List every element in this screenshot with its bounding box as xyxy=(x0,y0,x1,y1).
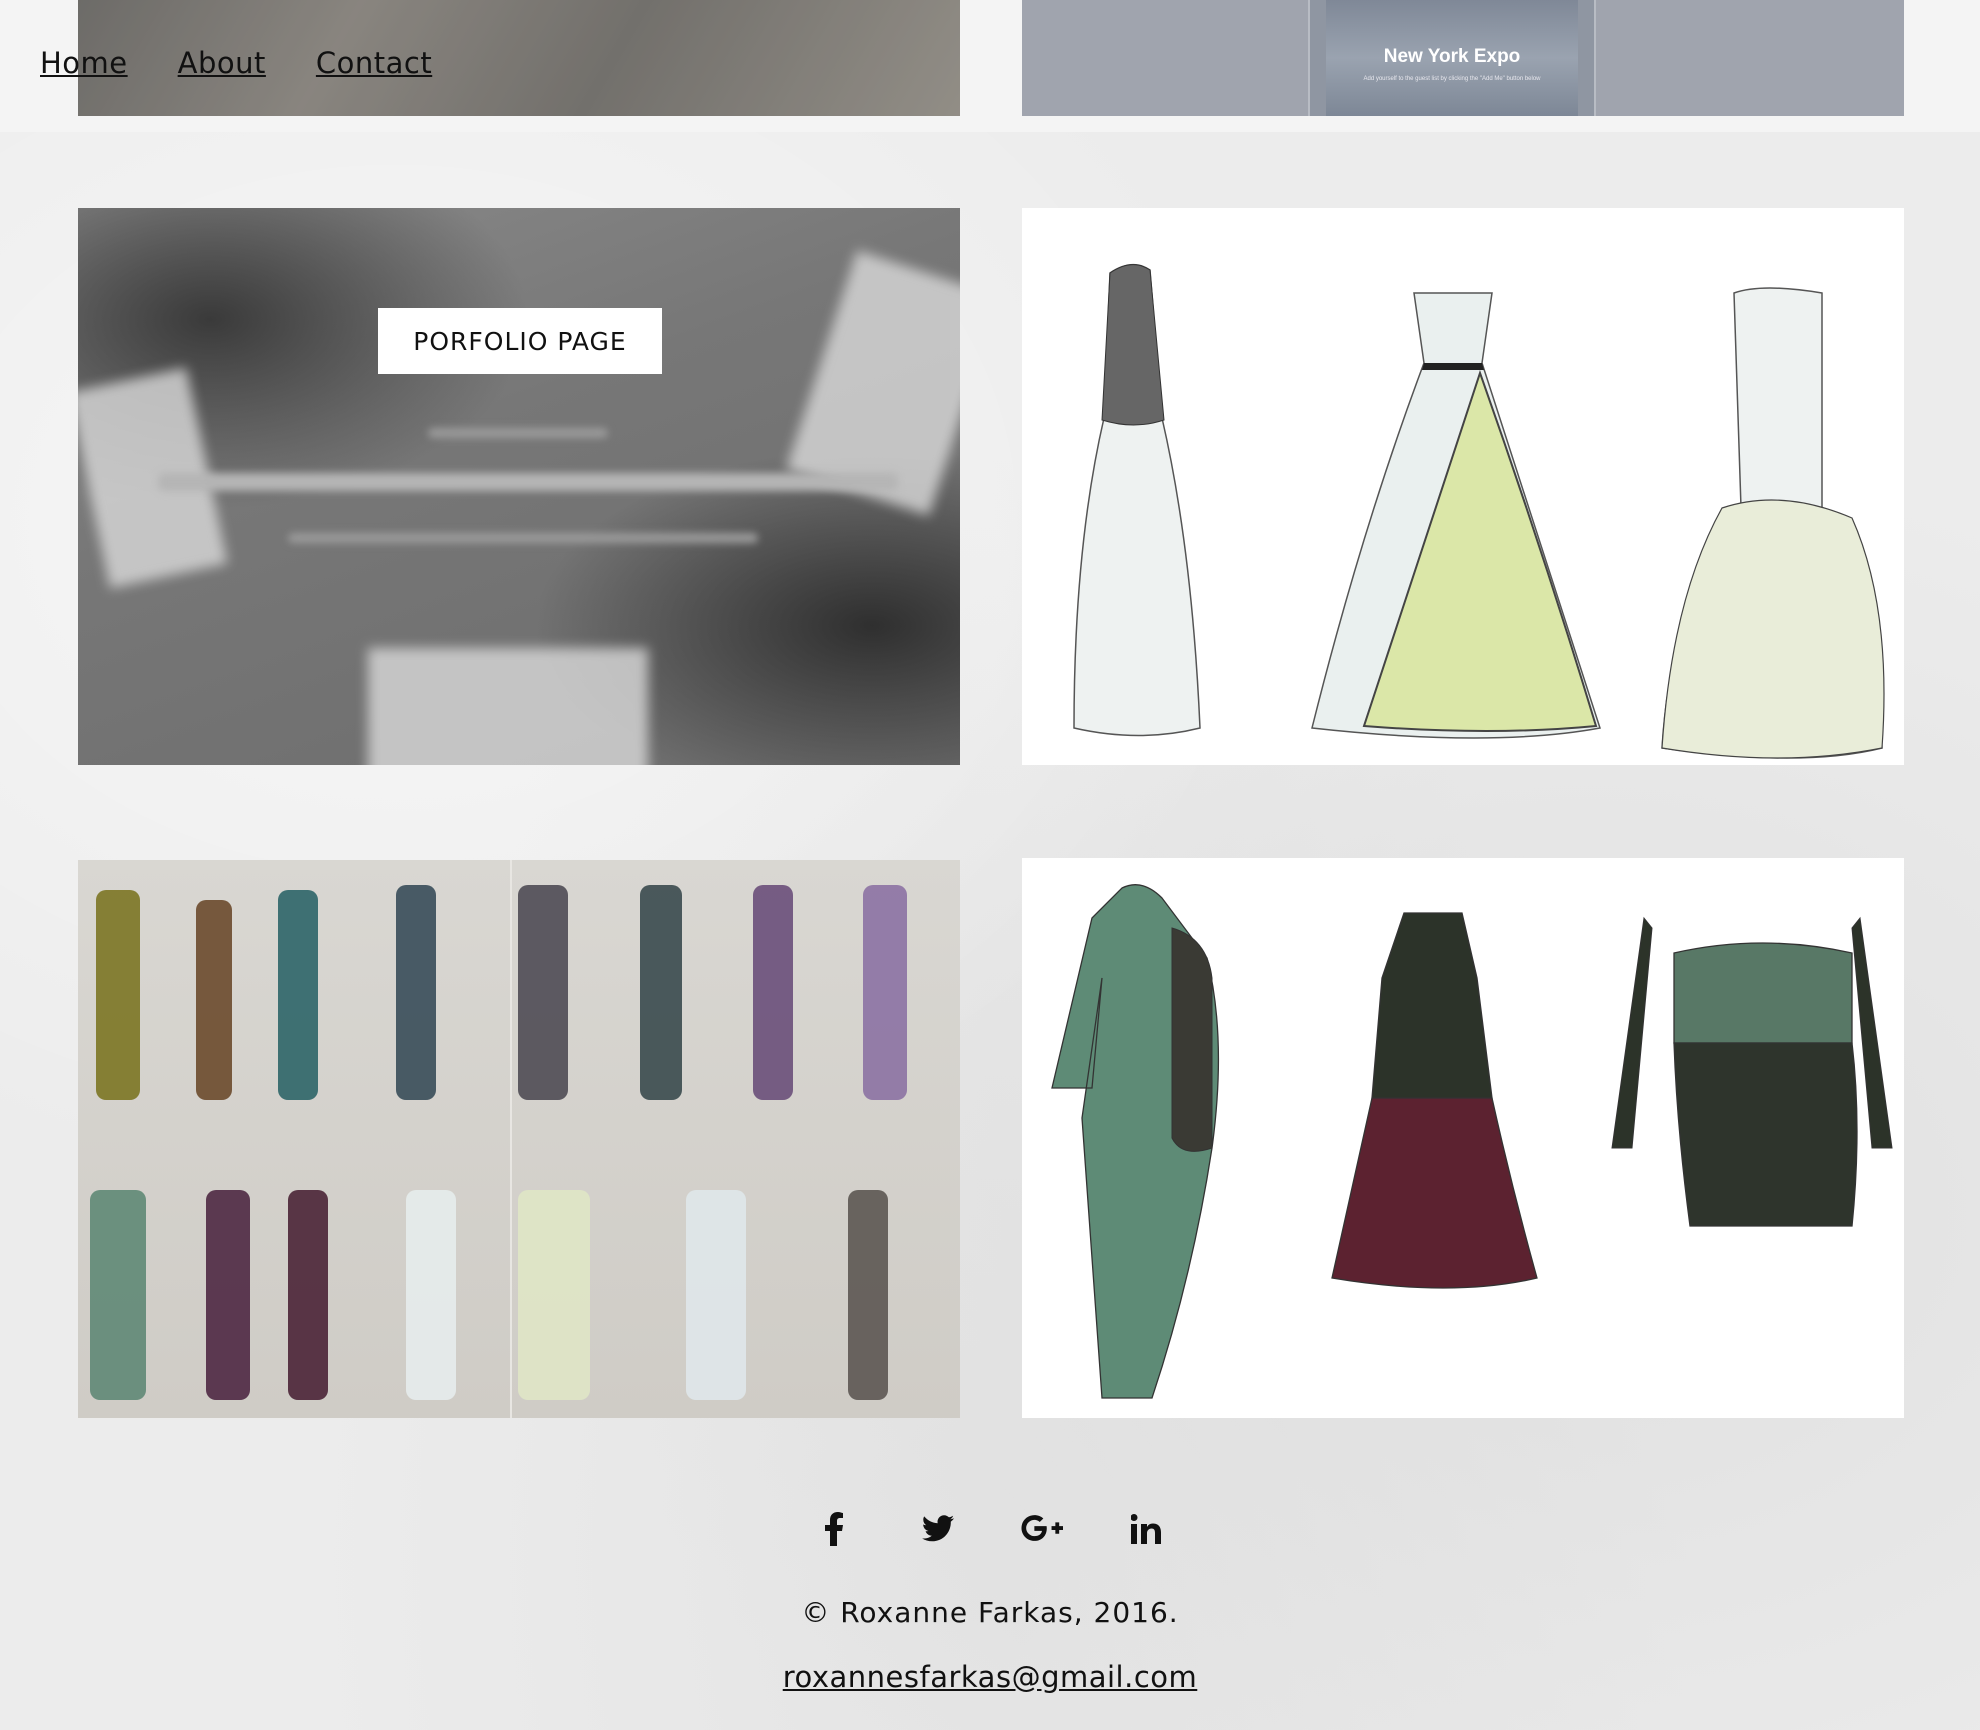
collection-lineup-illustration xyxy=(90,885,907,1400)
facebook-icon[interactable] xyxy=(813,1508,855,1550)
project-tile-white-gowns[interactable] xyxy=(1022,208,1904,765)
expo-preview: New York Expo Add yourself to the guest … xyxy=(1308,0,1596,116)
expo-title: New York Expo xyxy=(1383,46,1521,67)
portfolio-page-button[interactable]: PORFOLIO PAGE xyxy=(378,308,662,374)
project-tile-new-york-expo[interactable]: New York Expo Add yourself to the guest … xyxy=(1022,0,1904,116)
blurred-text xyxy=(288,533,758,543)
google-plus-icon[interactable] xyxy=(1021,1508,1063,1550)
social-links xyxy=(0,1508,1980,1550)
nav-home-link[interactable]: Home xyxy=(40,46,128,80)
project-tile-portfolio[interactable]: PORFOLIO PAGE xyxy=(78,208,960,765)
twitter-icon[interactable] xyxy=(917,1508,959,1550)
project-tile-dark-dresses[interactable] xyxy=(1022,858,1904,1418)
main-nav: Home About Contact xyxy=(40,46,432,80)
blurred-text xyxy=(428,428,608,438)
white-gowns-illustration xyxy=(1073,264,1885,759)
email-container: roxannesfarkas@gmail.com xyxy=(0,1660,1980,1694)
email-link[interactable]: roxannesfarkas@gmail.com xyxy=(783,1660,1198,1694)
expo-subtitle: Add yourself to the guest list by clicki… xyxy=(1363,76,1541,82)
lineup-divider xyxy=(510,860,512,1418)
project-tile-collection-lineup[interactable] xyxy=(78,860,960,1418)
blurred-text xyxy=(158,473,898,491)
blurred-card xyxy=(368,648,648,765)
nav-contact-link[interactable]: Contact xyxy=(316,46,432,80)
dark-dresses-illustration xyxy=(1051,884,1893,1399)
copyright-text: © Roxanne Farkas, 2016. xyxy=(801,1596,1179,1629)
linkedin-icon[interactable] xyxy=(1125,1508,1167,1550)
nav-about-link[interactable]: About xyxy=(178,46,266,80)
